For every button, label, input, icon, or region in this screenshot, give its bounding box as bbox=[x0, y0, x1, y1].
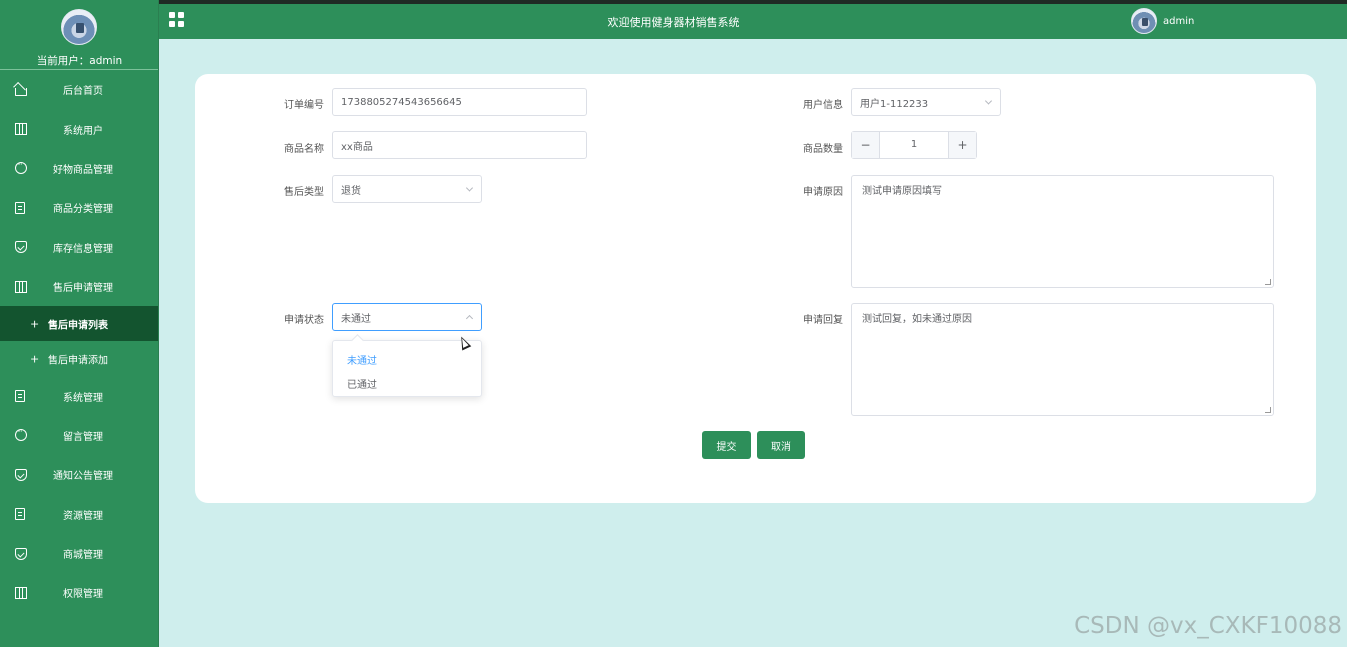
sidebar-item-aftersale[interactable]: 售后申请管理 bbox=[0, 267, 158, 306]
sidebar-item-categories[interactable]: 商品分类管理 bbox=[0, 188, 158, 227]
sidebar-item-label: 资源管理 bbox=[63, 510, 103, 522]
aftersale-type-label: 售后类型 bbox=[284, 187, 324, 198]
top-header: 欢迎使用健身器材销售系统 admin bbox=[159, 0, 1347, 39]
plus-icon: + bbox=[30, 317, 40, 331]
current-user-name: admin bbox=[89, 55, 123, 67]
shield-check-icon bbox=[15, 241, 27, 254]
sidebar-item-label: 库存信息管理 bbox=[53, 243, 113, 255]
status-option-passed[interactable]: 已通过 bbox=[347, 376, 377, 391]
product-name-label: 商品名称 bbox=[284, 144, 324, 155]
current-user-label: 当前用户： bbox=[36, 55, 90, 67]
order-no-label: 订单编号 bbox=[284, 100, 324, 111]
chevron-down-icon bbox=[984, 97, 993, 105]
sidebar-item-home[interactable]: 后台首页 bbox=[0, 70, 158, 109]
sidebar-item-label: 通知公告管理 bbox=[53, 471, 113, 483]
sidebar-item-label: 后台首页 bbox=[63, 86, 103, 98]
header-avatar bbox=[1131, 8, 1157, 34]
user-info-label: 用户信息 bbox=[803, 100, 843, 111]
header-username: admin bbox=[1163, 15, 1195, 27]
quantity-value[interactable]: 1 bbox=[880, 132, 948, 158]
decrement-button[interactable]: − bbox=[852, 132, 880, 158]
sidebar-item-notices[interactable]: 通知公告管理 bbox=[0, 455, 158, 494]
sidebar-subitem-aftersale-list[interactable]: + 售后申请列表 bbox=[0, 306, 158, 342]
sidebar-item-mall[interactable]: 商城管理 bbox=[0, 534, 158, 573]
sidebar-item-label: 商城管理 bbox=[63, 550, 103, 562]
sidebar-item-label: 权限管理 bbox=[63, 589, 103, 601]
status-value: 未通过 bbox=[341, 313, 371, 325]
cancel-button[interactable]: 取消 bbox=[757, 431, 805, 459]
status-select[interactable]: 未通过 bbox=[332, 303, 482, 331]
increment-button[interactable]: + bbox=[948, 132, 976, 158]
sidebar-item-label: 系统用户 bbox=[63, 125, 103, 137]
sidebar-item-label: 商品分类管理 bbox=[53, 204, 113, 216]
status-option-not-passed[interactable]: 未通过 bbox=[347, 352, 377, 367]
home-icon bbox=[15, 87, 27, 96]
header-user[interactable]: admin bbox=[1131, 8, 1194, 34]
sidebar-header: 当前用户：admin bbox=[0, 0, 158, 70]
sidebar-item-inventory[interactable]: 库存信息管理 bbox=[0, 228, 158, 267]
sidebar-menu: 后台首页 系统用户 好物商品管理 商品分类管理 库存信息管理 售后申请管理 + … bbox=[0, 70, 158, 613]
chat-icon bbox=[15, 160, 27, 175]
order-no-input[interactable]: 1738805274543656645 bbox=[332, 88, 587, 116]
quantity-label: 商品数量 bbox=[803, 144, 843, 155]
document-icon bbox=[15, 508, 25, 521]
columns-icon bbox=[15, 586, 27, 599]
sidebar-item-label: 好物商品管理 bbox=[53, 164, 113, 176]
aftersale-type-select[interactable]: 退货 bbox=[332, 175, 482, 203]
sidebar-subitem-aftersale-add[interactable]: + 售后申请添加 bbox=[0, 341, 158, 376]
product-name-input[interactable]: xx商品 bbox=[332, 131, 587, 159]
sidebar-item-label: 售后申请管理 bbox=[53, 283, 113, 295]
chevron-up-icon bbox=[465, 314, 474, 323]
shield-check-icon bbox=[15, 468, 27, 481]
submit-button[interactable]: 提交 bbox=[702, 431, 751, 459]
sidebar-item-system[interactable]: 系统管理 bbox=[0, 376, 158, 415]
sidebar-item-system-users[interactable]: 系统用户 bbox=[0, 109, 158, 148]
sidebar-item-label: 系统管理 bbox=[63, 392, 103, 404]
status-dropdown: 未通过 已通过 bbox=[332, 340, 482, 397]
reply-label: 申请回复 bbox=[803, 315, 843, 326]
user-info-value: 用户1-112233 bbox=[860, 98, 929, 110]
user-info-select[interactable]: 用户1-112233 bbox=[851, 88, 1001, 116]
reason-label: 申请原因 bbox=[803, 187, 843, 198]
chat-icon bbox=[15, 427, 27, 442]
sidebar-item-resources[interactable]: 资源管理 bbox=[0, 495, 158, 534]
columns-icon bbox=[15, 123, 27, 136]
columns-icon bbox=[15, 280, 27, 293]
document-icon bbox=[15, 390, 25, 403]
document-icon bbox=[15, 201, 25, 214]
shield-check-icon bbox=[15, 547, 27, 560]
sidebar-subitem-label: 售后申请添加 bbox=[48, 355, 108, 367]
sidebar-item-label: 留言管理 bbox=[63, 431, 103, 443]
quantity-stepper: − 1 + bbox=[851, 131, 977, 159]
reply-textarea[interactable]: 测试回复，如未通过原因 bbox=[851, 303, 1274, 416]
plus-icon: + bbox=[30, 352, 40, 366]
chevron-down-icon bbox=[465, 184, 474, 192]
watermark: CSDN @vx_CXKF10088 bbox=[1074, 613, 1342, 639]
sidebar-item-products[interactable]: 好物商品管理 bbox=[0, 149, 158, 188]
status-label: 申请状态 bbox=[284, 315, 324, 326]
aftersale-type-value: 退货 bbox=[341, 185, 361, 197]
sidebar-item-messages[interactable]: 留言管理 bbox=[0, 416, 158, 455]
reason-textarea[interactable]: 测试申请原因填写 bbox=[851, 175, 1274, 288]
sidebar-subitem-label: 售后申请列表 bbox=[48, 320, 108, 332]
current-user: 当前用户：admin bbox=[0, 53, 159, 68]
sidebar-item-permissions[interactable]: 权限管理 bbox=[0, 573, 158, 612]
sidebar: 当前用户：admin 后台首页 系统用户 好物商品管理 商品分类管理 库存信息管… bbox=[0, 0, 159, 647]
